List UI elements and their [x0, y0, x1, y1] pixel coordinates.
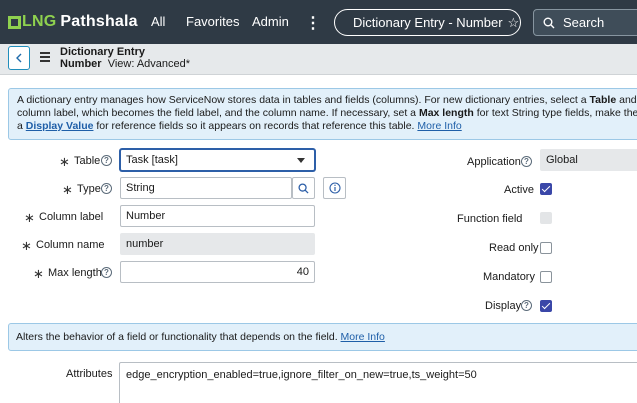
required-marker: ∗	[62, 182, 73, 197]
display-value-link[interactable]: Display Value	[26, 120, 94, 132]
help-icon[interactable]: ?	[101, 267, 112, 278]
type-label: Type	[77, 183, 101, 195]
record-name: Number	[60, 58, 102, 70]
max-length-value: 40	[296, 266, 309, 278]
required-marker: ∗	[33, 266, 44, 281]
help-icon[interactable]: ?	[521, 300, 532, 311]
info-text: for text String type fields, make the fi…	[476, 107, 637, 119]
record-view: View: Advanced*	[107, 58, 191, 70]
active-checkbox[interactable]	[540, 183, 552, 195]
nav-favorites[interactable]: Favorites	[186, 14, 239, 29]
read-only-checkbox[interactable]	[540, 242, 552, 254]
column-name-label: Column name	[36, 239, 105, 251]
required-marker: ∗	[21, 238, 32, 253]
info-banner: A dictionary entry manages how ServiceNo…	[8, 88, 637, 140]
attributes-value: edge_encryption_enabled=true,ignore_filt…	[126, 369, 477, 381]
chevron-left-icon	[16, 53, 22, 63]
display-checkbox[interactable]	[540, 300, 552, 312]
mandatory-label: Mandatory	[483, 271, 535, 283]
form-header: Dictionary Entry Number View: Advanced*	[0, 44, 637, 75]
column-label-value: Number	[126, 210, 166, 222]
required-marker: ∗	[59, 154, 70, 169]
application-field: Global	[540, 149, 637, 171]
alters-text: Alters the behavior of a field or functi…	[16, 331, 341, 343]
type-lookup-button[interactable]	[292, 177, 315, 199]
info-text: and the fiel	[619, 94, 637, 106]
record-table-name: Dictionary Entry	[60, 46, 145, 58]
help-icon[interactable]: ?	[521, 156, 532, 167]
display-label: Display	[485, 300, 522, 312]
nav-admin[interactable]: Admin	[252, 14, 289, 29]
info-bold-table: Table	[589, 94, 617, 106]
star-icon[interactable]: ☆	[508, 15, 520, 31]
function-field-checkbox	[540, 212, 552, 224]
column-name-value: number	[126, 238, 164, 250]
info-text: column label, which becomes the field la…	[17, 107, 419, 119]
max-length-input[interactable]: 40	[120, 261, 315, 283]
type-value: String	[126, 182, 155, 194]
back-button[interactable]	[8, 46, 30, 70]
column-label-label: Column label	[39, 211, 104, 223]
logo-lng: LNG	[22, 13, 57, 30]
help-icon[interactable]: ?	[101, 155, 112, 166]
search-icon	[543, 17, 555, 28]
info-text: a	[17, 120, 26, 132]
column-label-input[interactable]: Number	[120, 205, 315, 227]
logo[interactable]: LNG Pathshala	[8, 12, 138, 32]
logo-mark-icon	[8, 15, 21, 29]
info-text: A dictionary entry manages how ServiceNo…	[17, 94, 590, 106]
record-pill-label: Dictionary Entry - Number	[353, 15, 503, 30]
chevron-down-icon[interactable]	[297, 158, 305, 163]
global-search[interactable]: Search	[533, 9, 637, 36]
table-value: Task [task]	[126, 154, 178, 166]
hamburger-menu-icon[interactable]	[40, 52, 50, 64]
info-bold-max-length: Max length	[418, 107, 474, 119]
function-field-label: Function field	[457, 213, 523, 225]
page: LNG Pathshala All Favorites Admin ⋮ Dict…	[0, 0, 637, 403]
attributes-textarea[interactable]: edge_encryption_enabled=true,ignore_filt…	[119, 362, 637, 403]
alters-banner: Alters the behavior of a field or functi…	[8, 323, 637, 351]
nav-all[interactable]: All	[151, 14, 165, 29]
alters-more-info-link[interactable]: More Info	[341, 331, 385, 343]
search-placeholder: Search	[563, 15, 605, 30]
record-title-pill[interactable]: Dictionary Entry - Number ☆	[334, 9, 521, 36]
active-label: Active	[504, 184, 534, 196]
table-label: Table	[74, 155, 101, 167]
info-icon	[328, 182, 341, 194]
help-icon[interactable]: ?	[101, 183, 112, 194]
application-label: Application	[467, 156, 521, 168]
max-length-label: Max length	[48, 267, 102, 279]
mandatory-checkbox[interactable]	[540, 271, 552, 283]
top-nav: LNG Pathshala All Favorites Admin ⋮ Dict…	[0, 0, 637, 44]
read-only-label: Read only	[489, 242, 539, 254]
column-name-field: number	[120, 233, 315, 255]
table-select[interactable]: Task [task]	[120, 149, 315, 171]
type-input[interactable]: String	[120, 177, 292, 199]
logo-pathshala: Pathshala	[60, 13, 138, 30]
more-info-link[interactable]: More Info	[417, 120, 461, 132]
attributes-label: Attributes	[66, 368, 113, 380]
type-info-button[interactable]	[323, 177, 346, 199]
search-icon	[298, 182, 309, 194]
more-menu-icon[interactable]: ⋮	[305, 13, 321, 33]
info-text: for reference fields so it appears on re…	[93, 120, 418, 132]
record-title: Dictionary Entry Number View: Advanced*	[60, 46, 190, 70]
required-marker: ∗	[24, 210, 35, 225]
application-value: Global	[546, 154, 578, 166]
